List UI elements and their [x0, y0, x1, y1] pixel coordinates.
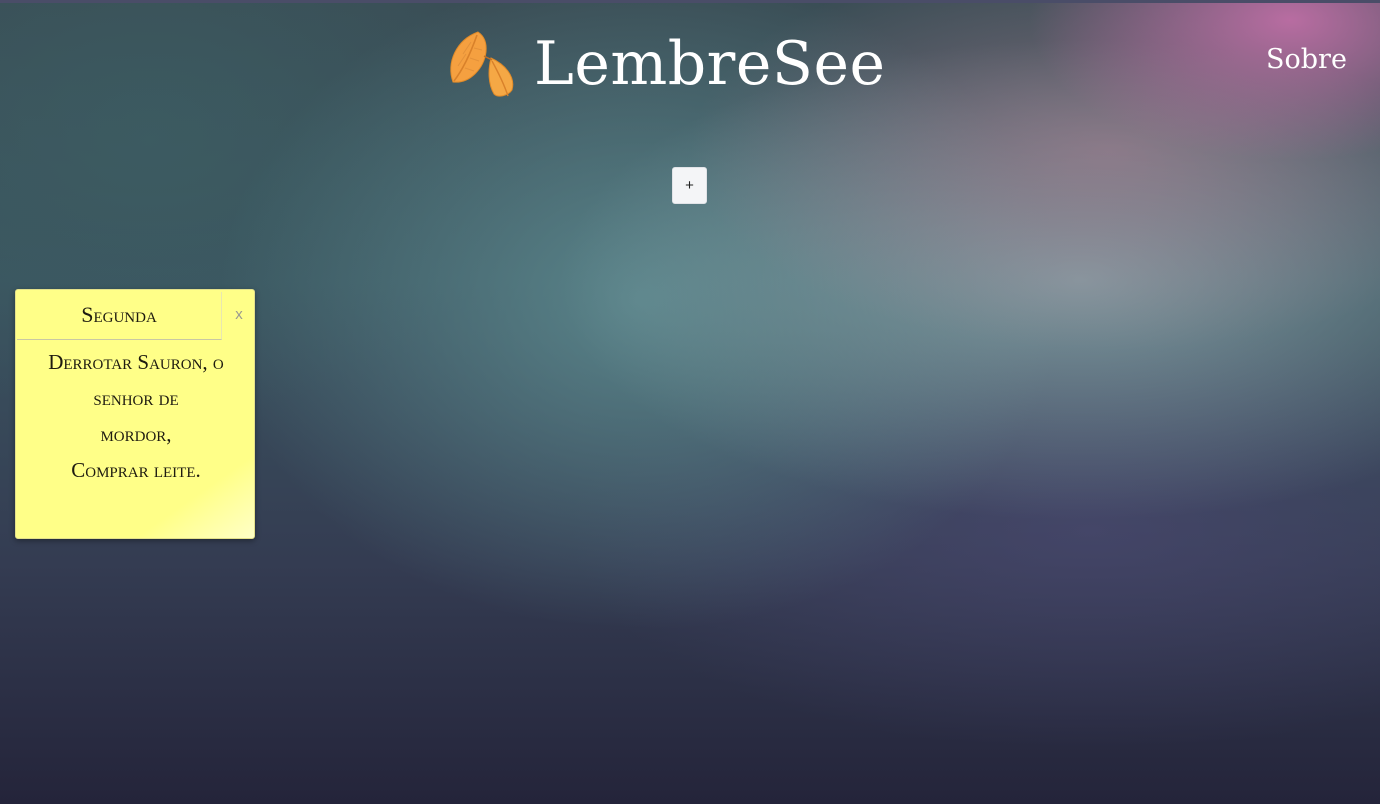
note-line: mordor,: [100, 422, 172, 446]
nav-link-sobre[interactable]: Sobre: [1266, 42, 1347, 78]
note-close-button[interactable]: x: [232, 305, 246, 325]
site-title: LembreSee: [534, 29, 886, 99]
note-line: Comprar leite.: [71, 458, 201, 482]
site-header: LembreSee Sobre: [0, 0, 1380, 130]
note-content-textarea[interactable]: Derrotar Sauron, o senhor de mordor, Com…: [24, 344, 248, 530]
note-line: Derrotar Sauron, o senhor de: [48, 350, 224, 410]
sticky-note[interactable]: Segunda x Derrotar Sauron, o senhor de m…: [15, 289, 255, 539]
add-note-button[interactable]: +: [672, 167, 707, 204]
note-title-input[interactable]: Segunda: [17, 292, 222, 340]
leaves-icon: [450, 31, 514, 97]
brand[interactable]: LembreSee: [446, 24, 885, 104]
